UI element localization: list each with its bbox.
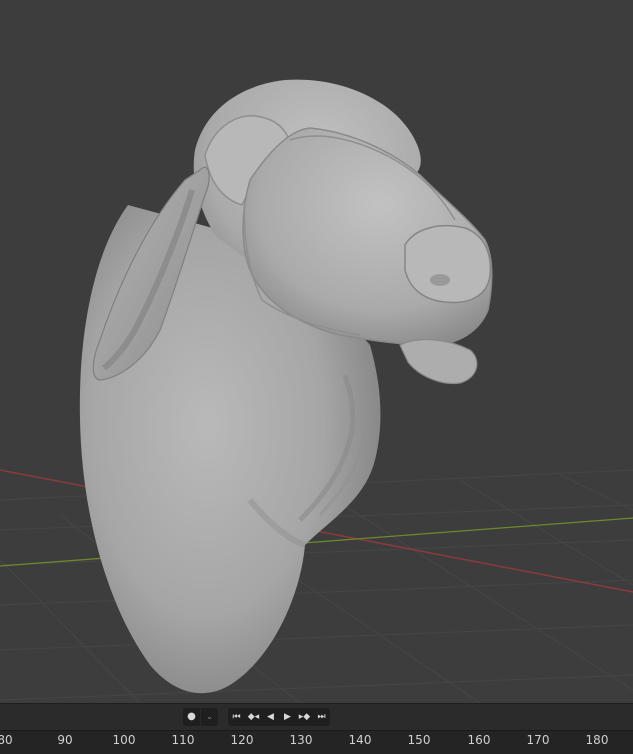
record-icon: ● bbox=[187, 711, 196, 722]
prev-keyframe-button[interactable]: ◆◂ bbox=[245, 708, 262, 726]
frame-label: 140 bbox=[348, 733, 372, 747]
frame-label: 150 bbox=[407, 733, 431, 747]
frame-label: 80 bbox=[0, 733, 13, 747]
play-reverse-button[interactable]: ◀ bbox=[262, 708, 279, 726]
play-icon: ▶ bbox=[284, 712, 291, 722]
chevron-down-icon: ⌄ bbox=[206, 712, 213, 721]
next-keyframe-icon: ▸◆ bbox=[298, 712, 311, 722]
jump-end-icon: ⏭ bbox=[317, 712, 326, 722]
timeline-header: ● ⌄ ⏮ ◆◂ ◀ ▶ ▸◆ ⏭ bbox=[0, 703, 633, 730]
frame-label: 170 bbox=[526, 733, 550, 747]
cow-head-model[interactable] bbox=[79, 79, 493, 694]
playback-controls: ⏮ ◆◂ ◀ ▶ ▸◆ ⏭ bbox=[228, 708, 330, 726]
frame-label: 90 bbox=[57, 733, 73, 747]
3d-viewport[interactable] bbox=[0, 0, 633, 703]
record-keyframe-button[interactable]: ● bbox=[183, 708, 200, 726]
frame-label: 160 bbox=[467, 733, 491, 747]
frame-ruler[interactable]: 80 90 100 110 120 130 140 150 160 170 18… bbox=[0, 730, 633, 754]
play-button[interactable]: ▶ bbox=[279, 708, 296, 726]
jump-to-end-button[interactable]: ⏭ bbox=[313, 708, 330, 726]
jump-start-icon: ⏮ bbox=[232, 712, 241, 722]
keying-dropdown-button[interactable]: ⌄ bbox=[201, 708, 218, 726]
frame-label: 110 bbox=[171, 733, 195, 747]
frame-label: 180 bbox=[585, 733, 609, 747]
play-reverse-icon: ◀ bbox=[267, 712, 274, 722]
keyframe-record-group: ● ⌄ bbox=[183, 708, 218, 726]
prev-keyframe-icon: ◆◂ bbox=[247, 712, 260, 722]
frame-label: 130 bbox=[289, 733, 313, 747]
jump-to-start-button[interactable]: ⏮ bbox=[228, 708, 245, 726]
frame-label: 100 bbox=[112, 733, 136, 747]
next-keyframe-button[interactable]: ▸◆ bbox=[296, 708, 313, 726]
frame-label: 120 bbox=[230, 733, 254, 747]
viewport-canvas bbox=[0, 79, 633, 703]
